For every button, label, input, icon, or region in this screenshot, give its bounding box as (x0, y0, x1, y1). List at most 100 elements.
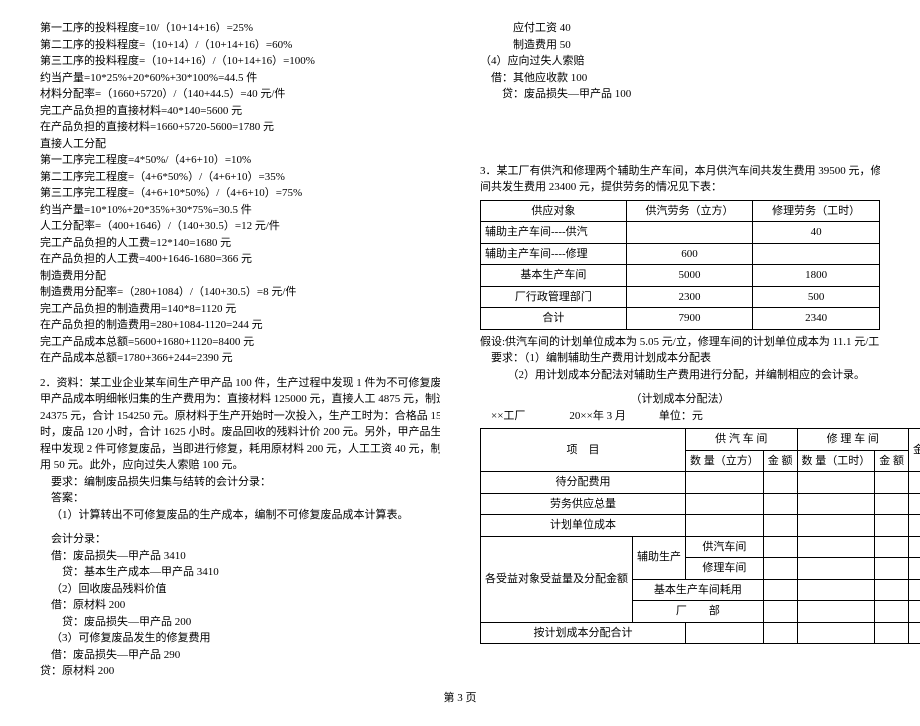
table-cell (909, 493, 920, 515)
table-cell (875, 622, 909, 644)
table-cell (875, 515, 909, 537)
calc-line: 完工产品成本总额=5600+1680+1120=8400 元 (40, 334, 440, 351)
calc-line: 在产品负担的直接材料=1660+5720-5600=1780 元 (40, 119, 440, 136)
calc-line: 完工产品负担的制造费用=140*8=1120 元 (40, 301, 440, 318)
table-cell (797, 472, 875, 494)
table-cell (763, 536, 797, 558)
text-line: 程中发现 2 件可修复废品，当即进行修复，耗用原材料 200 元，人工工资 40… (40, 441, 440, 458)
sub-amt: 金 额 (763, 450, 797, 472)
calc-line: 在产品成本总额=1780+366+244=2390 元 (40, 350, 440, 367)
top-continuation: 应付工资 40 制造费用 50 （4）应向过失人索赔 借：其他应收款 100 贷… (480, 20, 880, 103)
table-cell (797, 493, 875, 515)
table-cell (875, 601, 909, 623)
table-cell (909, 515, 920, 537)
text-line: 贷：废品损失—甲产品 200 (40, 614, 440, 631)
calc-line: 人工分配率=（400+1646）/（140+30.5）=12 元/件 (40, 218, 440, 235)
text-line: 制造费用 50 (480, 37, 880, 54)
table-cell: 基本生产车间 (481, 265, 627, 287)
table-cell: 2300 (626, 286, 753, 308)
problem-2-intro: 2．资料：某工业企业某车间生产甲产品 100 件，生产过程中发现 1 件为不可修… (40, 375, 440, 474)
calc-line: 第二工序的投料程度=（10+14）/（10+14+16）=60% (40, 37, 440, 54)
table-cell (763, 601, 797, 623)
row-label: 计划单位成本 (481, 515, 686, 537)
table-cell (909, 536, 920, 558)
row-label: 基本生产车间耗用 (633, 579, 764, 601)
table2-title: （计划成本分配法） (480, 391, 880, 408)
text-line: 会计分录： (40, 531, 440, 548)
sub-amt: 金 额 (875, 450, 909, 472)
group-sub: 辅助生产 (633, 536, 686, 579)
table-cell (909, 472, 920, 494)
labor-supply-table: 供应对象 供汽劳务（立方） 修理劳务（工时） 辅助主产车间----供汽 40 辅… (480, 200, 880, 330)
row-label: 按计划成本分配合计 (481, 622, 686, 644)
text-line: 时，废品 120 小时，合计 1625 小时。废品回收的残料计价 200 元。另… (40, 424, 440, 441)
table-cell (875, 558, 909, 580)
table-cell: 2340 (753, 308, 880, 330)
req-line: （2）用计划成本分配法对辅助生产费用进行分配，并编制相应的会计录。 (480, 367, 880, 384)
text-line: 甲产品成本明细帐归集的生产费用为：直接材料 125000 元，直接人工 4875… (40, 391, 440, 408)
calc-line: 约当产量=10*10%+20*35%+30*75%=30.5 件 (40, 202, 440, 219)
calc-line: 制造费用分配率=（280+1084）/（140+30.5）=8 元/件 (40, 284, 440, 301)
table-cell (909, 558, 920, 580)
text-line: 答案： (40, 490, 440, 507)
text-line: 用 50 元。此外，应向过失人索赔 100 元。 (40, 457, 440, 474)
left-column: 第一工序的投料程度=10/（10+14+16）=25% 第二工序的投料程度=（1… (40, 20, 440, 680)
text-line: 要求：编制废品损失归集与结转的会计分录： (40, 474, 440, 491)
calc-line: 完工产品负担的直接材料=40*140=5600 元 (40, 103, 440, 120)
table-cell: 5000 (626, 265, 753, 287)
table-cell (797, 601, 875, 623)
section-1-calcs: 第一工序的投料程度=10/（10+14+16）=25% 第二工序的投料程度=（1… (40, 20, 440, 367)
table-cell: 辅助主产车间----供汽 (481, 222, 627, 244)
calc-line: 第二工序完工程度=（4+6*50%）/（4+6+10）=35% (40, 169, 440, 186)
row-label: 待分配费用 (481, 472, 686, 494)
row-label: 劳务供应总量 (481, 493, 686, 515)
table-cell (909, 579, 920, 601)
table-cell (763, 472, 797, 494)
table-cell (686, 622, 764, 644)
table-cell (686, 472, 764, 494)
table-cell (626, 222, 753, 244)
table-cell (909, 601, 920, 623)
table-cell (797, 515, 875, 537)
table-cell (797, 579, 875, 601)
table-cell (797, 536, 875, 558)
row-label: 供汽车间 (686, 536, 764, 558)
plan-cost-allocation-table: 项 目 供 汽 车 间 修 理 车 间 金额合计 数 量（立方） 金 额 数 量… (480, 428, 920, 644)
text-line: 应付工资 40 (480, 20, 880, 37)
table-cell (875, 579, 909, 601)
text-line: 贷：废品损失—甲产品 100 (480, 86, 880, 103)
text-line: 借：其他应收款 100 (480, 70, 880, 87)
text-line: 借：废品损失—甲产品 3410 (40, 548, 440, 565)
text-line: 2．资料：某工业企业某车间生产甲产品 100 件，生产过程中发现 1 件为不可修… (40, 375, 440, 392)
page-number: 第 3 页 (40, 690, 880, 707)
group-label: 各受益对象受益量及分配金额 (481, 536, 633, 622)
problem-2-req: 要求：编制废品损失归集与结转的会计分录： 答案： （1）计算转出不可修复废品的生… (40, 474, 440, 524)
text-line: （2）回收废品残料价值 (40, 581, 440, 598)
text-line: 24375 元，合计 154250 元。原材料于生产开始时一次投入，生产工时为：… (40, 408, 440, 425)
req-line: 要求：（1）编制辅助生产费用计划成本分配表 (480, 350, 880, 367)
table2-header-line: ××工厂 20××年 3 月 单位：元 (480, 408, 880, 425)
calc-line: 第三工序完工程度=（4+6+10*50%）/（4+6+10）=75% (40, 185, 440, 202)
col-xiuli: 修 理 车 间 (797, 429, 909, 451)
problem-3-intro: 3．某工厂有供汽和修理两个辅助生产车间，本月供汽车间共发生费用 39500 元，… (480, 163, 880, 196)
calc-line: 第一工序的投料程度=10/（10+14+16）=25% (40, 20, 440, 37)
calc-line: 直接人工分配 (40, 136, 440, 153)
table-cell (763, 579, 797, 601)
text-line: （4）应向过失人索赔 (480, 53, 880, 70)
table-cell: 7900 (626, 308, 753, 330)
col-project: 项 目 (481, 429, 686, 472)
table-header: 供汽劳务（立方） (626, 200, 753, 222)
text-line: 贷：基本生产成本—甲产品 3410 (40, 564, 440, 581)
table-cell (875, 536, 909, 558)
calc-line: 第一工序完工程度=4*50%/（4+6+10）=10% (40, 152, 440, 169)
table-header: 供应对象 (481, 200, 627, 222)
calc-line: 制造费用分配 (40, 268, 440, 285)
text-line: 贷：原材料 200 (40, 663, 440, 680)
calc-line: 在产品负担的制造费用=280+1084-1120=244 元 (40, 317, 440, 334)
table-cell (875, 472, 909, 494)
text-line: 3．某工厂有供汽和修理两个辅助生产车间，本月供汽车间共发生费用 39500 元，… (480, 163, 880, 180)
table-cell (763, 515, 797, 537)
calc-line: 材料分配率=（1660+5720）/（140+44.5）=40 元/件 (40, 86, 440, 103)
table-cell: 500 (753, 286, 880, 308)
table-cell (763, 493, 797, 515)
